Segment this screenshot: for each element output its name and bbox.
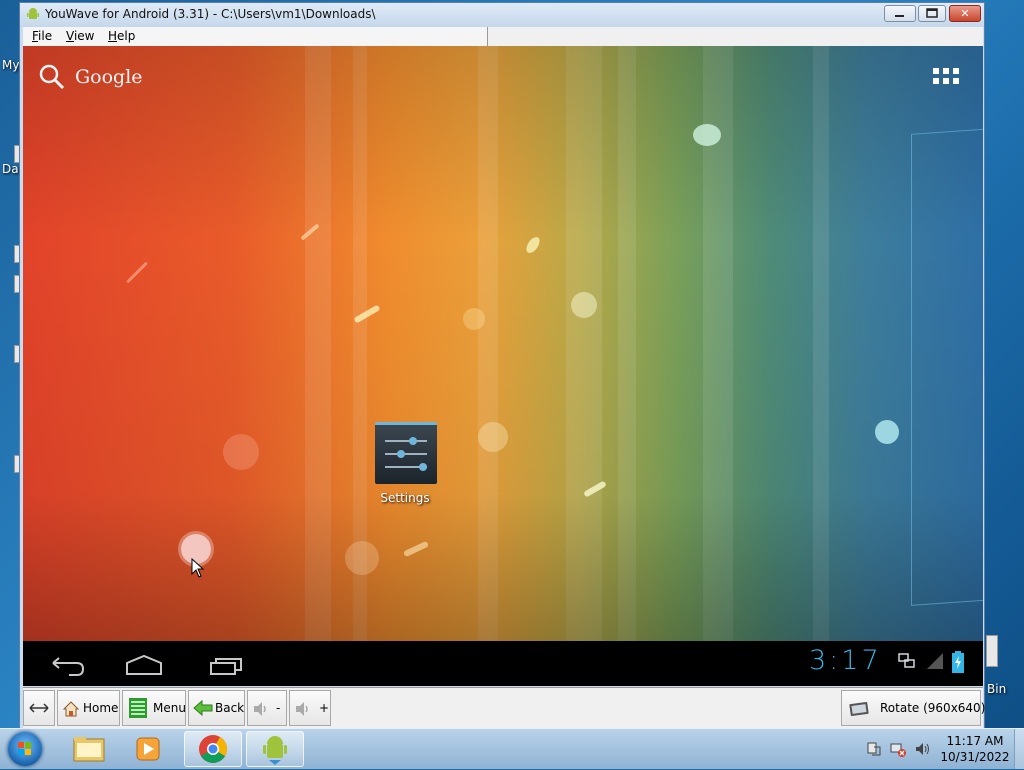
rotate-device-icon xyxy=(849,701,869,717)
menu-file-label: ile xyxy=(38,29,53,43)
wallpaper-panel-outline xyxy=(911,128,983,606)
maximize-button[interactable] xyxy=(918,5,946,22)
back-nav-button[interactable] xyxy=(43,649,93,679)
android-nav-bar: 3:17 xyxy=(23,641,983,686)
media-player-icon xyxy=(136,737,160,761)
youwave-window: YouWave for Android (3.31) - C:\Users\vm… xyxy=(19,2,985,730)
show-desktop-button[interactable] xyxy=(1014,729,1024,769)
taskbar-explorer[interactable] xyxy=(60,731,118,767)
wallpaper-bokeh xyxy=(875,420,899,444)
menu-bar-section: File View Help xyxy=(23,27,488,46)
back-button-label: Back xyxy=(215,701,245,715)
youwave-android-icon xyxy=(263,736,287,765)
android-app-icon xyxy=(27,8,39,19)
recents-nav-button[interactable] xyxy=(201,649,251,679)
menu-help-accelerator: H xyxy=(108,29,118,43)
menu-button[interactable]: Menu xyxy=(122,690,186,726)
volume-down-label: - xyxy=(276,701,281,715)
resize-arrows-icon xyxy=(29,703,49,713)
title-bar[interactable]: YouWave for Android (3.31) - C:\Users\vm… xyxy=(20,3,984,27)
wallpaper-bokeh xyxy=(345,541,379,575)
window-title: YouWave for Android (3.31) - C:\Users\vm… xyxy=(45,7,376,21)
desktop-icon-label-fragment[interactable]: My xyxy=(2,58,19,72)
menu-view[interactable]: View xyxy=(66,29,94,43)
status-clock: 3:17 xyxy=(809,645,882,676)
home-button-label: Home xyxy=(83,701,119,715)
wallpaper-bokeh xyxy=(223,434,259,470)
rotate-button-label: Rotate (960x640) xyxy=(880,701,986,715)
windows-logo-icon xyxy=(18,742,31,755)
house-icon xyxy=(62,701,80,717)
signal-icon xyxy=(927,653,943,669)
volume-up-button[interactable]: + xyxy=(289,690,331,726)
wallpaper-bokeh xyxy=(571,292,597,318)
menu-view-accelerator: V xyxy=(66,29,74,43)
close-button[interactable]: ✕ xyxy=(949,5,981,22)
mouse-cursor-icon xyxy=(191,558,205,578)
wallpaper-shading xyxy=(23,46,983,686)
network-icon xyxy=(898,653,915,668)
home-nav-button[interactable] xyxy=(119,649,169,679)
maximize-icon xyxy=(926,8,938,18)
rotate-button[interactable]: Rotate (960x640) xyxy=(841,690,985,726)
wallpaper-bokeh xyxy=(478,422,508,452)
folder-icon xyxy=(73,737,105,762)
minimize-icon xyxy=(895,15,904,17)
menu-button-label: Menu xyxy=(153,701,186,715)
taskbar-time: 11:17 AM xyxy=(946,734,1004,748)
taskbar-date: 10/31/2022 xyxy=(940,750,1010,764)
recents-nav-icon xyxy=(210,658,242,675)
toggle-size-button[interactable] xyxy=(23,690,55,726)
wallpaper-bokeh xyxy=(463,308,485,330)
speaker-icon xyxy=(296,702,308,716)
volume-icon[interactable] xyxy=(914,741,930,757)
minimize-button[interactable] xyxy=(884,5,916,22)
network-disconnected-icon[interactable] xyxy=(890,741,906,757)
recycle-bin-icon[interactable] xyxy=(986,635,998,667)
settings-app-icon xyxy=(375,422,437,484)
volume-up-label: + xyxy=(319,701,330,715)
google-search-label: Google xyxy=(75,66,143,88)
back-arrow-icon xyxy=(193,700,213,716)
chrome-icon xyxy=(199,735,227,763)
menu-help-label: elp xyxy=(117,29,136,43)
home-button[interactable]: Home xyxy=(57,690,120,726)
back-button[interactable]: Back xyxy=(188,690,245,726)
settings-app-label: Settings xyxy=(380,491,430,505)
youwave-toolbar: Home Menu Back - + Rotate (960x640) xyxy=(23,687,985,728)
volume-down-button[interactable]: - xyxy=(247,690,287,726)
taskbar-media-player[interactable] xyxy=(120,731,178,767)
menu-view-label: iew xyxy=(73,29,95,43)
taskbar-youwave[interactable] xyxy=(246,731,304,767)
settings-app-shortcut[interactable]: Settings xyxy=(365,422,445,512)
windows-taskbar: 11:17 AM 10/31/2022 xyxy=(0,728,1024,769)
home-nav-icon xyxy=(126,654,162,675)
settings-sliders-icon xyxy=(385,437,427,471)
speaker-icon xyxy=(254,702,266,716)
action-center-icon[interactable] xyxy=(866,741,882,757)
search-icon xyxy=(39,64,65,90)
apps-grid-icon[interactable] xyxy=(933,68,961,86)
taskbar-clock[interactable]: 11:17 AM 10/31/2022 xyxy=(940,733,1010,765)
recycle-bin-label-fragment[interactable]: Bin xyxy=(987,682,1006,696)
menu-list-icon xyxy=(129,698,147,718)
menu-file[interactable]: File xyxy=(32,29,52,43)
google-search-bar[interactable]: Google xyxy=(37,62,147,92)
start-button[interactable] xyxy=(8,732,42,766)
close-icon: ✕ xyxy=(960,7,970,20)
menu-help[interactable]: Help xyxy=(108,29,135,43)
android-screen[interactable]: Google Settings 3:17 xyxy=(23,46,983,686)
battery-icon xyxy=(952,651,964,673)
wallpaper-bokeh xyxy=(693,124,721,146)
menu-bar: File View Help xyxy=(23,27,983,46)
taskbar-chrome[interactable] xyxy=(184,731,242,767)
back-nav-icon xyxy=(52,657,85,676)
